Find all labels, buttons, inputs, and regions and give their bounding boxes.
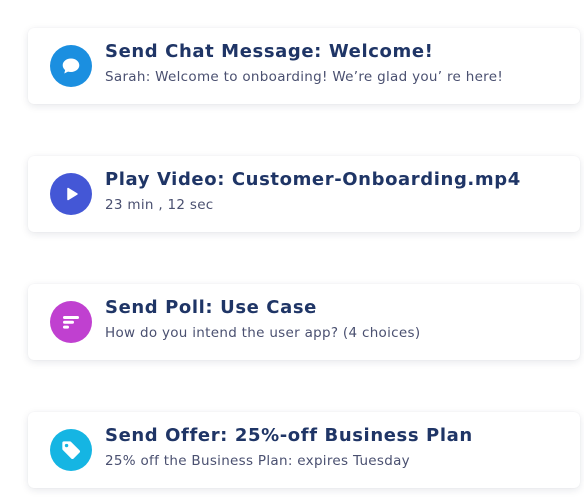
tag-icon <box>50 429 92 471</box>
play-icon <box>50 173 92 215</box>
action-card-chat-message[interactable]: Send Chat Message: Welcome! Sarah: Welco… <box>28 28 580 104</box>
action-subtitle: 25% off the Business Plan: expires Tuesd… <box>105 453 410 469</box>
action-card-play-video[interactable]: Play Video: Customer-Onboarding.mp4 23 m… <box>28 156 580 232</box>
action-subtitle: 23 min , 12 sec <box>105 197 214 213</box>
action-card-send-poll[interactable]: Send Poll: Use Case How do you intend th… <box>28 284 580 360</box>
action-subtitle: How do you intend the user app? (4 choic… <box>105 325 421 341</box>
action-title: Send Chat Message: Welcome! <box>105 41 434 62</box>
action-card-send-offer[interactable]: Send Offer: 25%-off Business Plan 25% of… <box>28 412 580 488</box>
action-title: Send Offer: 25%-off Business Plan <box>105 425 473 446</box>
poll-lines-icon <box>50 301 92 343</box>
action-title: Send Poll: Use Case <box>105 297 317 318</box>
action-subtitle: Sarah: Welcome to onboarding! We’re glad… <box>105 69 504 85</box>
action-title: Play Video: Customer-Onboarding.mp4 <box>105 169 521 190</box>
chat-bubble-icon <box>50 45 92 87</box>
